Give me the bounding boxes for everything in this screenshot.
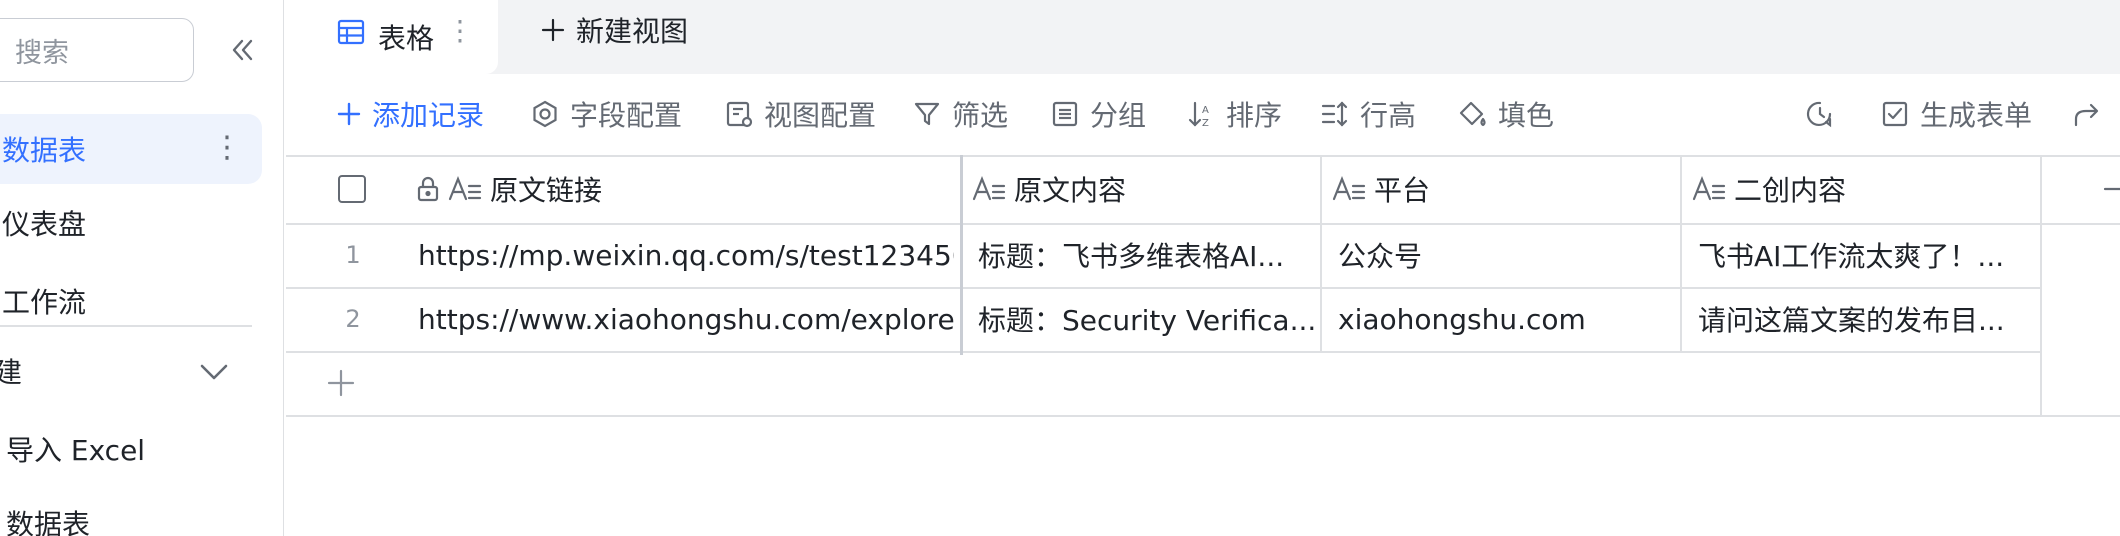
plus-icon [2103,187,2120,191]
import-excel-label: 导入 Excel [6,434,146,467]
plus-icon [541,18,565,42]
search-placeholder: 搜索 [15,37,69,69]
fill-color-button[interactable]: 填色 [1458,86,1554,142]
row-height-button[interactable]: 行高 [1320,86,1416,142]
more-options-icon[interactable]: ⋮ [212,130,242,165]
grid-line [1680,155,1682,351]
view-config-button[interactable]: 视图配置 [724,86,876,142]
sidebar-item-datatable[interactable]: 数据表 ⋮ [0,114,262,184]
group-icon [1052,101,1078,127]
cell-content[interactable]: 标题：飞书多维表格AI... [978,223,1314,287]
grid-line [286,415,2120,417]
share-button[interactable] [2072,86,2112,142]
column-header-label: 平台 [1374,174,1431,207]
column-header-label: 原文链接 [490,174,603,207]
cell-derivative[interactable]: 飞书AI工作流太爽了！... [1698,223,2034,287]
view-tabs-bar: 表格 ⋮ 新建视图 [286,0,2120,74]
plus-icon [337,102,361,126]
grid-line [286,351,2042,353]
filter-button[interactable]: 筛选 [912,86,1008,142]
form-check-icon [1882,101,1908,127]
paint-bucket-icon [1459,101,1486,127]
search-input[interactable]: 搜索 [0,18,194,82]
view-settings-icon [726,101,753,128]
column-header-label: 原文内容 [1014,174,1127,207]
cell-derivative[interactable]: 请问这篇文案的发布目... [1698,287,2034,351]
add-row-button[interactable] [326,351,386,415]
import-excel-item[interactable]: 导入 Excel [0,414,145,484]
share-icon [2074,103,2099,127]
frozen-column-divider [960,155,963,355]
generate-form-button[interactable]: 生成表单 [1880,86,2032,142]
cell-link[interactable]: https://www.xiaohongshu.com/explore/... [418,287,954,351]
history-clock-icon [1806,101,1832,128]
generate-form-label: 生成表单 [1920,99,2033,132]
svg-text:Z: Z [1202,118,1209,129]
sidebar-item-label: 仪表盘 [2,208,87,241]
grid-table-icon [337,19,365,45]
svg-text:A: A [1202,105,1209,116]
toolbar: 添加记录 字段配置 视图配置 筛选 分组 AZ 排序 行高 填色 生成表单 [286,86,2120,142]
sort-label: 排序 [1226,99,1283,132]
column-header-derivative[interactable]: 二创内容 [1692,155,1846,223]
sidebar-item-label: 工作流 [2,286,87,319]
grid-line [1320,155,1322,351]
new-datatable-label: 数据表 [6,508,91,536]
row-height-icon [1321,101,1348,127]
field-config-button[interactable]: 字段配置 [530,86,682,142]
create-section-label: 建 [0,351,22,391]
field-config-label: 字段配置 [570,99,683,132]
sidebar-item-label: 数据表 [2,134,87,167]
double-chevron-left-icon [232,39,253,61]
text-field-icon [448,176,482,201]
add-record-label: 添加记录 [372,99,485,132]
column-header-label: 二创内容 [1734,174,1847,207]
row-height-label: 行高 [1360,99,1417,132]
group-label: 分组 [1090,99,1147,132]
sidebar: 搜索 数据表 ⋮ 仪表盘 工作流 建 导入 Excel 数据表 [0,0,284,536]
chevron-down-icon[interactable] [196,354,232,390]
text-field-icon [1692,176,1726,201]
cell-link[interactable]: https://mp.weixin.qq.com/s/test123456 [418,223,954,287]
text-field-icon [1332,176,1366,201]
new-datatable-item[interactable]: 数据表 [0,488,90,536]
column-header-content[interactable]: 原文内容 [972,155,1126,223]
view-config-label: 视图配置 [764,99,877,132]
text-field-icon [972,176,1006,201]
new-view-label: 新建视图 [576,15,689,48]
cell-content[interactable]: 标题：Security Verifica... [978,287,1314,351]
column-header-platform[interactable]: 平台 [1332,155,1430,223]
row-number: 2 [345,305,361,333]
filter-icon [914,102,940,126]
cell-platform[interactable]: 公众号 [1338,223,1674,287]
fill-color-label: 填色 [1498,99,1555,132]
tab-label: 表格 [378,22,435,55]
group-button[interactable]: 分组 [1050,86,1146,142]
add-record-button[interactable]: 添加记录 [336,86,484,142]
plus-icon [327,369,355,397]
sort-icon: AZ [1188,101,1209,129]
lock-icon [417,176,439,202]
tab-more-icon[interactable]: ⋮ [446,14,474,47]
column-header-link[interactable]: 原文链接 [416,155,602,223]
add-column-button[interactable] [2102,155,2120,223]
history-button[interactable] [1804,86,1846,142]
sidebar-divider [0,325,252,327]
gear-icon [533,100,557,128]
tab-grid-view[interactable]: 表格 ⋮ [286,0,498,74]
grid-line [2040,155,2042,415]
row-number: 1 [345,241,361,269]
new-view-button[interactable]: 新建视图 [540,0,688,60]
cell-platform[interactable]: xiaohongshu.com [1338,287,1674,351]
collapse-sidebar-button[interactable] [222,30,262,70]
sort-button[interactable]: AZ 排序 [1186,86,1282,142]
select-all-checkbox[interactable] [338,175,366,203]
filter-label: 筛选 [952,99,1009,132]
sidebar-item-dashboard[interactable]: 仪表盘 [0,188,86,258]
